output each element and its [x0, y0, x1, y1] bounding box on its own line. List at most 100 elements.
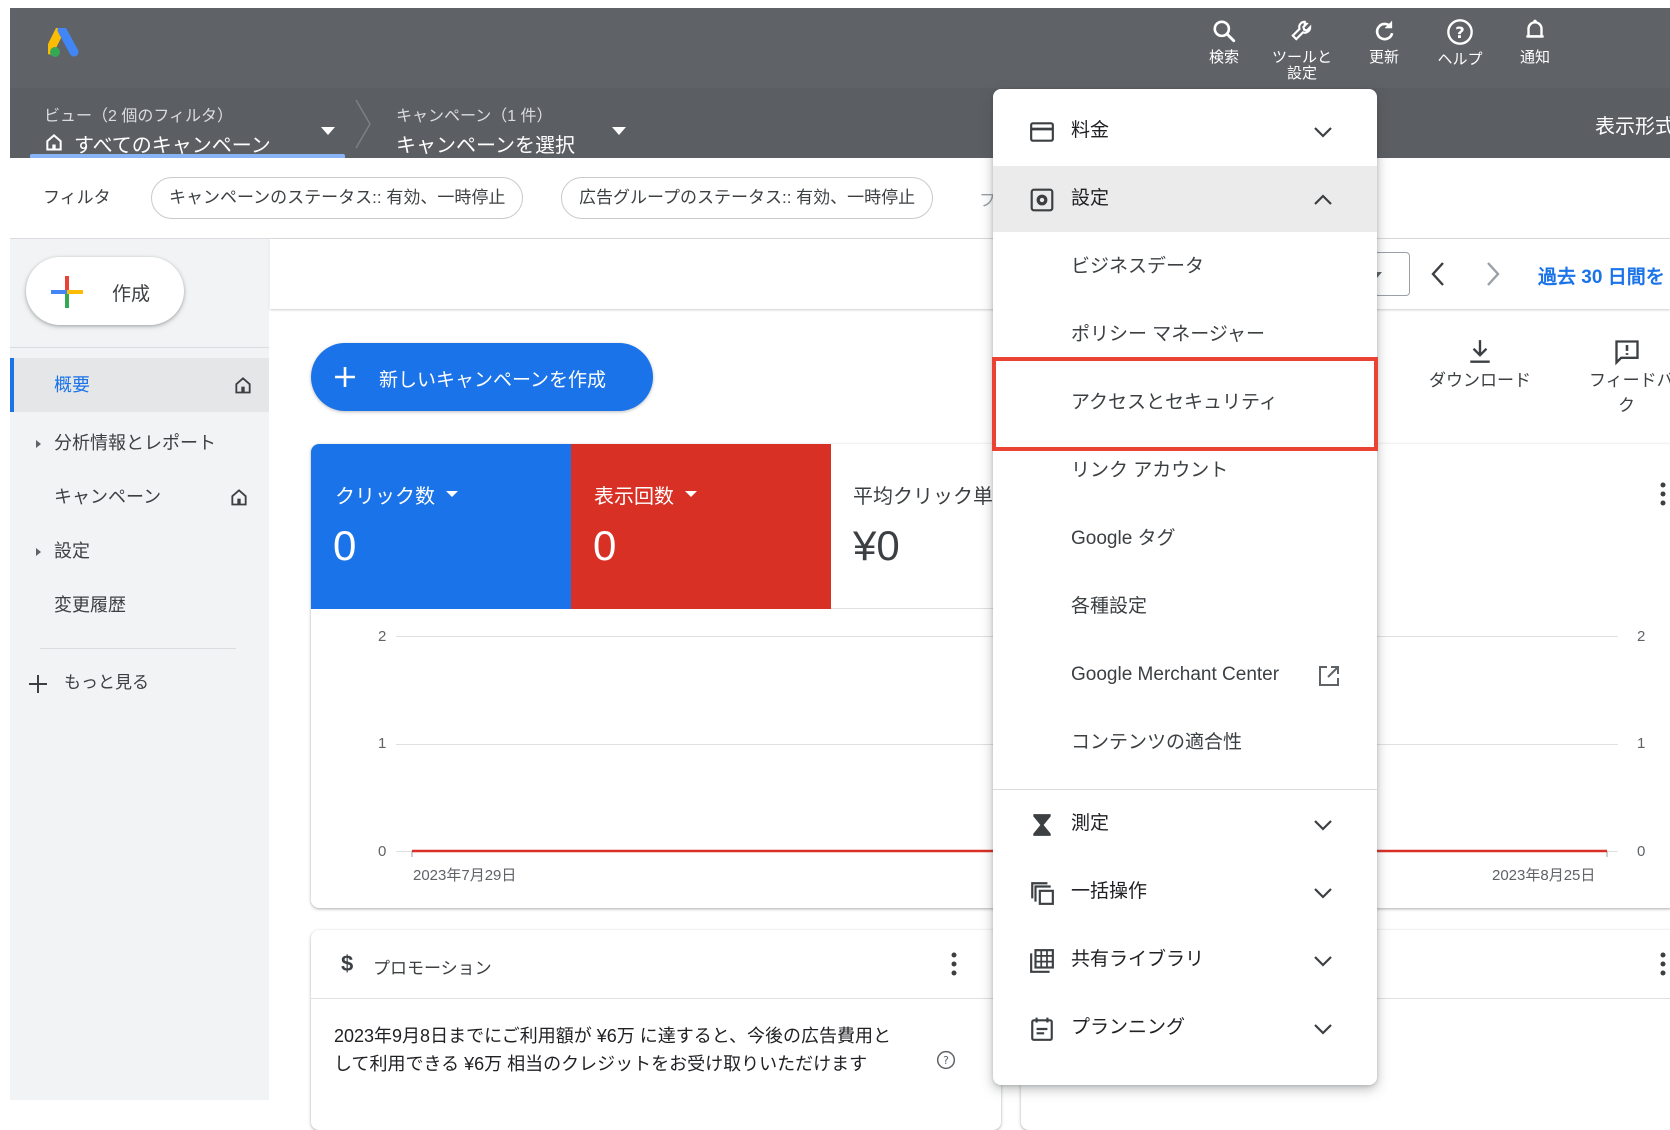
menu-divider — [993, 789, 1377, 790]
sidebar-item-label: 設定 — [54, 541, 90, 561]
filter-chip-campaign-status[interactable]: キャンペーンのステータス:: 有効、一時停止 — [151, 177, 524, 219]
download-button[interactable]: ダウンロード — [1420, 338, 1540, 402]
menu-item-label: 各種設定 — [1071, 596, 1148, 617]
promotion-divider — [311, 998, 1001, 999]
menu-item-business-data[interactable]: ビジネスデータ — [993, 234, 1377, 300]
menu-item-label: ビジネスデータ — [1071, 256, 1205, 277]
download-icon — [1470, 340, 1490, 363]
tools-label-line1: ツールと — [1271, 49, 1332, 66]
sidebar-divider — [10, 347, 269, 348]
menu-section-planning[interactable]: プランニング — [993, 995, 1377, 1061]
menu-item-label: コンテンツの適合性 — [1071, 732, 1243, 753]
menu-section-shared-library[interactable]: 共有ライブラリ — [993, 927, 1377, 993]
sidebar-item-label: 分析情報とレポート — [54, 433, 216, 453]
svg-text:?: ? — [1455, 23, 1464, 42]
tools-settings-button[interactable]: ツールと 設定 — [1266, 16, 1338, 82]
metric-card-clicks[interactable]: クリック数 0 — [311, 444, 571, 609]
sidebar-item-overview[interactable]: 概要 — [10, 358, 269, 412]
date-range-link[interactable]: 過去 30 日間を — [1538, 262, 1665, 289]
menu-section-label: 測定 — [1071, 813, 1110, 834]
campaign-subtitle: キャンペーン（1 件） — [396, 108, 553, 125]
menu-section-label: 一括操作 — [1071, 881, 1148, 902]
google-ads-logo[interactable] — [45, 25, 82, 58]
chevron-left-icon[interactable] — [1428, 260, 1448, 288]
menu-section-billing[interactable]: 料金 — [993, 98, 1377, 164]
home-icon — [46, 134, 62, 151]
sidebar-item-settings[interactable]: 設定 — [10, 524, 269, 578]
sidebar-more-button[interactable]: もっと見る — [10, 656, 269, 710]
more-vert-icon[interactable] — [951, 952, 957, 976]
sidebar-more-label: もっと見る — [64, 673, 149, 692]
menu-item-linked-accounts[interactable]: リンク アカウント — [993, 438, 1377, 504]
calendar-plan-icon — [1031, 1017, 1053, 1041]
metric-label-clicks: クリック数 — [335, 486, 435, 508]
menu-item-google-tag[interactable]: Google タグ — [993, 506, 1377, 572]
settings-box-icon — [1030, 188, 1054, 212]
dollar-icon: $ — [341, 951, 354, 976]
sidebar: 作成 概要 分析情報とレポート キャンペーン 設定 変更履歴 もっと見る — [10, 239, 269, 1100]
metric-card-impressions[interactable]: 表示回数 0 — [571, 444, 831, 609]
filter-chip-adgroup-status[interactable]: 広告グループのステータス:: 有効、一時停止 — [561, 177, 934, 219]
menu-item-merchant-center[interactable]: Google Merchant Center — [993, 642, 1377, 708]
metric-card-avg-cpc[interactable]: 平均クリック単 ¥0 — [831, 444, 995, 609]
home-icon — [231, 489, 247, 506]
breadcrumb-bar: ビュー（2 個のフィルタ） すべてのキャンペーン キャンペーン（1 件） キャン… — [10, 88, 1670, 158]
credit-card-icon — [1030, 122, 1054, 142]
open-in-new-icon — [1319, 666, 1339, 686]
sidebar-item-change-history[interactable]: 変更履歴 — [10, 578, 269, 632]
refresh-icon — [1375, 21, 1394, 41]
chart-plot-area — [411, 849, 1608, 857]
plus-icon — [335, 367, 355, 387]
metric-value-clicks: 0 — [333, 522, 357, 569]
menu-section-settings[interactable]: 設定 — [993, 166, 1377, 232]
plus-icon — [29, 675, 47, 693]
plus-multicolor-icon — [51, 276, 83, 308]
feedback-button[interactable]: フィードバ ク — [1580, 338, 1670, 418]
menu-item-content-suitability[interactable]: コンテンツの適合性 — [993, 710, 1377, 776]
new-campaign-label: 新しいキャンペーンを作成 — [379, 370, 607, 391]
sidebar-item-insights-reports[interactable]: 分析情報とレポート — [10, 416, 269, 470]
filter-label: フィルタ — [43, 188, 111, 207]
caret-down-icon — [446, 491, 458, 497]
metric-value-avg-cpc: ¥0 — [853, 522, 900, 569]
feedback-icon — [1615, 340, 1639, 366]
promotion-text-line2: して利用できる ¥6万 相当のクレジットをお受け取りいただけます — [334, 1054, 868, 1074]
new-campaign-button[interactable]: 新しいキャンペーンを作成 — [311, 343, 653, 411]
create-button[interactable]: 作成 — [26, 257, 184, 325]
campaign-selector[interactable]: キャンペーン（1 件） キャンペーンを選択 — [390, 96, 650, 157]
chevron-right-icon — [355, 99, 371, 149]
display-format-label[interactable]: 表示形式 — [1595, 110, 1670, 139]
menu-section-label: 設定 — [1071, 188, 1110, 209]
top-app-bar: 検索 ツールと 設定 更新 ? ヘルプ 通知 — [10, 8, 1670, 88]
chevron-down-icon — [1314, 820, 1332, 831]
sidebar-item-campaigns[interactable]: キャンペーン — [10, 470, 269, 524]
search-button[interactable]: 検索 — [1188, 16, 1260, 66]
caret-down-icon — [612, 127, 626, 135]
menu-section-label: 共有ライブラリ — [1071, 949, 1205, 970]
campaign-title: キャンペーンを選択 — [396, 135, 575, 157]
metric-label-avg-cpc: 平均クリック単 — [853, 486, 993, 508]
promotion-card: $ プロモーション 2023年9月8日までにご利用額が ¥6万 に達すると、今後… — [311, 930, 1001, 1130]
svg-text:?: ? — [943, 1054, 949, 1067]
menu-item-preferences[interactable]: 各種設定 — [993, 574, 1377, 640]
view-selector[interactable]: ビュー（2 個のフィルタ） すべてのキャンペーン — [30, 96, 350, 158]
refresh-button[interactable]: 更新 — [1348, 16, 1420, 66]
tools-label-line2: 設定 — [1286, 65, 1317, 82]
menu-section-bulk-actions[interactable]: 一括操作 — [993, 859, 1377, 925]
help-label: ヘルプ — [1437, 51, 1483, 68]
chevron-right-icon[interactable] — [1483, 260, 1503, 288]
menu-section-label: 料金 — [1071, 120, 1110, 141]
chevron-down-icon — [1314, 956, 1332, 967]
notifications-button[interactable]: 通知 — [1499, 16, 1571, 66]
download-label: ダウンロード — [1429, 371, 1531, 390]
chevron-down-icon — [1314, 888, 1332, 899]
caret-down-icon — [321, 127, 335, 135]
more-vert-icon[interactable] — [1660, 482, 1666, 506]
menu-section-measurement[interactable]: 測定 — [993, 791, 1377, 857]
help-button[interactable]: ? ヘルプ — [1424, 16, 1496, 68]
library-grid-icon — [1030, 949, 1054, 973]
more-vert-icon[interactable] — [1660, 952, 1666, 976]
help-outline-icon[interactable]: ? — [936, 1050, 956, 1070]
notifications-label: 通知 — [1519, 49, 1550, 66]
hourglass-icon — [1033, 814, 1051, 836]
